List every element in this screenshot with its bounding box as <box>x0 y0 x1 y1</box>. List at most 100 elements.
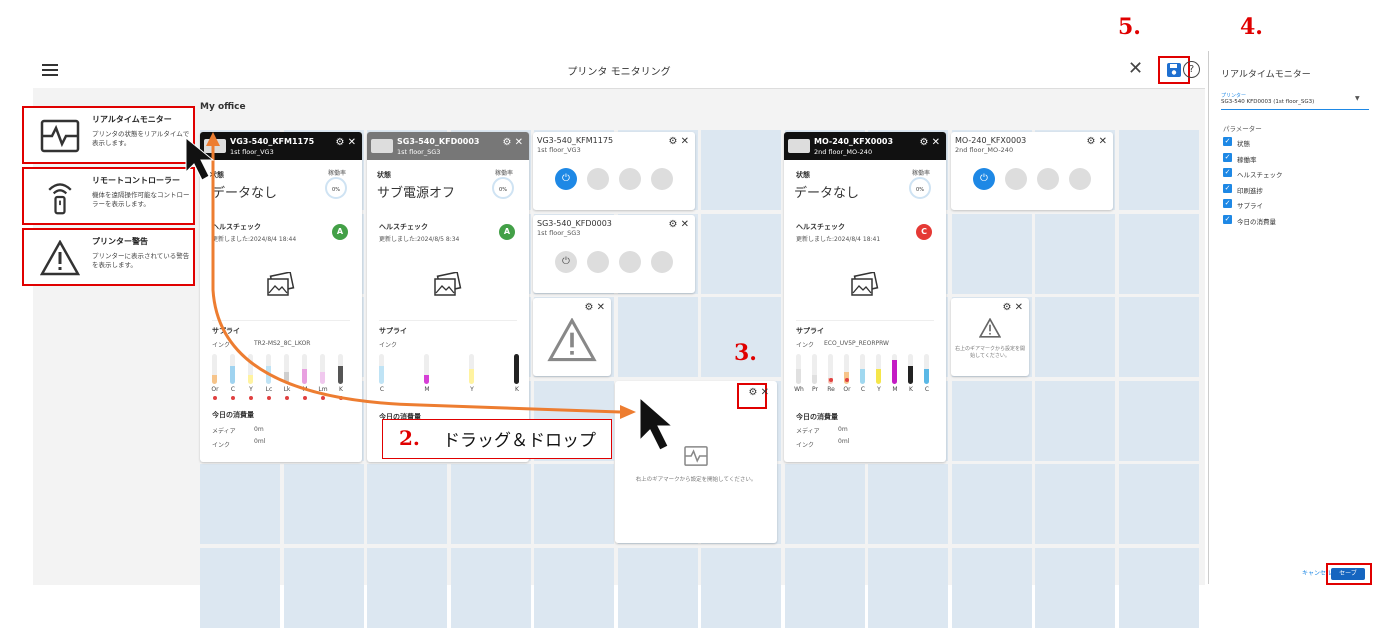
remote-control-icon <box>48 183 72 215</box>
select-underline <box>1221 109 1369 110</box>
warning-card[interactable]: ⚙ ✕ <box>533 298 611 376</box>
grid-cell[interactable] <box>701 213 781 294</box>
card-controls[interactable]: ⚙ ✕ <box>502 137 523 148</box>
grid-cell[interactable] <box>450 547 531 628</box>
feed-button[interactable] <box>587 168 609 190</box>
grid-cell[interactable] <box>367 547 447 628</box>
grid-cell[interactable] <box>200 464 280 544</box>
cut-button[interactable] <box>651 168 673 190</box>
grid-cell[interactable] <box>951 380 1032 461</box>
cut-button[interactable] <box>651 251 673 273</box>
grid-cell[interactable] <box>283 547 364 628</box>
chevron-down-icon[interactable]: ▼ <box>1355 95 1360 102</box>
param-checkbox[interactable]: ✓ <box>1223 137 1232 146</box>
side-item-remote-controller[interactable]: リモートコントローラー 機体を遠隔操作可能なコントローラーを表示します。 <box>22 167 195 225</box>
grid-cell[interactable] <box>951 547 1032 628</box>
printer-icon <box>204 139 226 153</box>
side-item-realtime-monitor[interactable]: リアルタイムモニター プリンタの状態をリアルタイムで表示します。 <box>22 106 195 164</box>
grid-cell[interactable] <box>617 547 698 628</box>
param-checkbox[interactable]: ✓ <box>1223 168 1232 177</box>
printer-card-vg3[interactable]: VG3-540_KFM1175 1st floor_VG3 ⚙ ✕ 状態 データ… <box>200 132 362 462</box>
ink-warning-dot <box>320 396 325 400</box>
grid-cell[interactable] <box>534 547 614 628</box>
printer-name: MO-240_KFX0003 <box>955 136 1027 145</box>
ink-level-bar <box>266 354 271 384</box>
ink-warning-dot <box>212 396 217 400</box>
param-checkbox[interactable]: ✓ <box>1223 152 1232 162</box>
card-controls[interactable]: ⚙ ✕ <box>584 302 605 313</box>
side-item-printer-warning[interactable]: プリンター警告 プリンターに表示されている警告を表示します。 <box>22 228 195 286</box>
card-controls[interactable]: ⚙ ✕ <box>919 137 940 148</box>
grid-cell[interactable] <box>1118 213 1199 294</box>
grid-cell[interactable] <box>283 464 364 544</box>
grid-cell[interactable] <box>1035 547 1115 628</box>
grid-cell[interactable] <box>1118 297 1199 377</box>
ink-level-fill <box>266 366 271 384</box>
remote-card-sg3[interactable]: SG3-540_KFD0003 1st floor_SG3 ⚙ ✕ ⏻ <box>533 215 695 293</box>
grid-cell[interactable] <box>1118 130 1199 210</box>
grid-cell[interactable] <box>367 464 447 544</box>
grid-cell[interactable] <box>701 547 781 628</box>
ink-warning-dot <box>266 396 271 400</box>
cleaning-button[interactable] <box>619 251 641 273</box>
grid-cell[interactable] <box>784 547 865 628</box>
grid-cell[interactable] <box>784 464 865 544</box>
grid-cell[interactable] <box>951 213 1032 294</box>
remote-card-mo240[interactable]: MO-240_KFX0003 2nd floor_MO-240 ⚙ ✕ ⏻ <box>951 132 1113 210</box>
step-4-label: 4. <box>1240 14 1263 40</box>
grid-cell[interactable] <box>534 464 614 544</box>
card-controls[interactable]: ⚙ ✕ <box>668 136 689 147</box>
card-controls[interactable]: ⚙ ✕ <box>1086 136 1107 147</box>
grid-cell[interactable] <box>450 464 531 544</box>
drag-drop-text: ドラッグ＆ドロップ <box>443 431 596 451</box>
ink-level-bar <box>212 354 217 384</box>
grid-cell[interactable] <box>200 547 280 628</box>
ink-color-label: K <box>909 386 913 393</box>
ink-color-label: C <box>230 386 236 393</box>
close-icon[interactable]: ✕ <box>1128 60 1143 78</box>
supply-label: サプライ <box>796 327 824 335</box>
side-item-desc: 機体を遠隔操作可能なコントローラーを表示します。 <box>92 191 190 208</box>
card-controls[interactable]: ⚙ ✕ <box>668 219 689 230</box>
power-button[interactable]: ⏻ <box>555 251 577 273</box>
feed-button[interactable] <box>587 251 609 273</box>
param-checkbox[interactable]: ✓ <box>1223 199 1232 208</box>
grid-cell[interactable] <box>1035 297 1115 377</box>
grid-cell[interactable] <box>1118 464 1199 544</box>
uptime-ring: 0% <box>909 177 931 199</box>
printer-select[interactable]: SG3-540 KFD0003 (1st floor_SG3) <box>1221 99 1314 105</box>
grid-cell[interactable] <box>701 130 781 210</box>
panel-save-button[interactable]: セーブ <box>1331 568 1365 580</box>
grid-cell[interactable] <box>1118 547 1199 628</box>
card-controls[interactable]: ⚙ ✕ <box>748 387 769 398</box>
ink-color-label: Re <box>827 386 835 393</box>
cut-button[interactable] <box>1069 168 1091 190</box>
new-widget-card[interactable]: ⚙ ✕ 右上のギアマークから設定を開始してください。 <box>615 381 777 543</box>
help-icon[interactable]: ? <box>1183 61 1200 78</box>
grid-cell[interactable] <box>617 297 698 377</box>
media-label: メディア <box>212 428 236 435</box>
warning-icon <box>979 318 1001 338</box>
power-button[interactable]: ⏻ <box>973 168 995 190</box>
cleaning-button[interactable] <box>1037 168 1059 190</box>
param-checkbox[interactable]: ✓ <box>1223 214 1232 224</box>
printer-card-mo240[interactable]: MO-240_KFX0003 2nd floor_MO-240 ⚙ ✕ 状態 デ… <box>784 132 946 462</box>
grid-cell[interactable] <box>868 464 948 544</box>
feed-button[interactable] <box>1005 168 1027 190</box>
grid-cell[interactable] <box>1118 380 1199 461</box>
grid-cell[interactable] <box>1035 464 1115 544</box>
grid-cell[interactable] <box>1035 213 1115 294</box>
card-controls[interactable]: ⚙ ✕ <box>335 137 356 148</box>
grid-cell[interactable] <box>868 547 948 628</box>
warning-card-unconfigured[interactable]: ⚙ ✕ 右上のギアマークから設定を開始してください。 <box>951 298 1029 376</box>
card-controls[interactable]: ⚙ ✕ <box>1002 302 1023 313</box>
param-checkbox[interactable]: ✓ <box>1223 183 1232 193</box>
cleaning-button[interactable] <box>619 168 641 190</box>
ink-color-label: Y <box>877 386 881 393</box>
power-button[interactable]: ⏻ <box>555 168 577 190</box>
grid-cell[interactable] <box>1035 380 1115 461</box>
grid-cell[interactable] <box>951 464 1032 544</box>
printer-card-sg3[interactable]: SG3-540_KFD0003 1st floor_SG3 ⚙ ✕ 状態 サブ電… <box>367 132 529 462</box>
ink-warning-dot <box>302 396 307 400</box>
remote-card-vg3[interactable]: VG3-540_KFM1175 1st floor_VG3 ⚙ ✕ ⏻ <box>533 132 695 210</box>
